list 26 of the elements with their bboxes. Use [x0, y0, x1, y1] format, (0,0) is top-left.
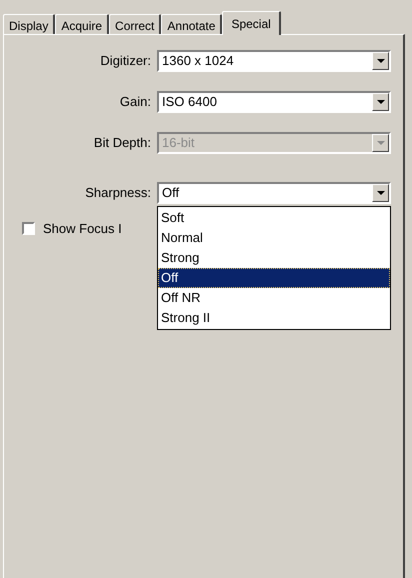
caret-icon — [376, 58, 384, 64]
dropdown-option[interactable]: Off — [158, 268, 390, 288]
field-label: Digitizer: — [99, 52, 152, 70]
caret-icon — [376, 100, 384, 104]
tab[interactable]: Display — [3, 14, 56, 34]
dropdown-option[interactable]: Strong II — [158, 308, 390, 328]
tab[interactable]: Acquire — [55, 14, 110, 34]
dropdown-arrow-button[interactable] — [372, 93, 389, 111]
dropdown-option[interactable]: Strong — [158, 248, 390, 268]
dropdown-arrow-button[interactable] — [372, 184, 389, 202]
dropdown-option[interactable]: Normal — [158, 228, 390, 248]
tab[interactable]: Special — [222, 11, 281, 35]
caret-icon — [376, 190, 384, 196]
dropdown-option[interactable]: Off NR — [158, 288, 390, 308]
combo-box[interactable]: 1360 x 1024 — [157, 50, 391, 72]
checkbox-label: Show Focus I — [42, 220, 122, 238]
field-label: Sharpness: — [84, 184, 152, 202]
dropdown-arrow-button[interactable] — [372, 52, 389, 70]
checkbox[interactable] — [22, 222, 35, 236]
field-label: Bit Depth: — [92, 134, 152, 152]
dropdown-option[interactable]: Soft — [158, 208, 390, 228]
field-label: Gain: — [118, 93, 152, 112]
combo-box[interactable]: ISO 6400 — [157, 91, 391, 113]
combo-box[interactable]: Off — [157, 182, 391, 204]
tab[interactable]: Correct — [109, 14, 162, 34]
caret-icon — [376, 140, 384, 146]
